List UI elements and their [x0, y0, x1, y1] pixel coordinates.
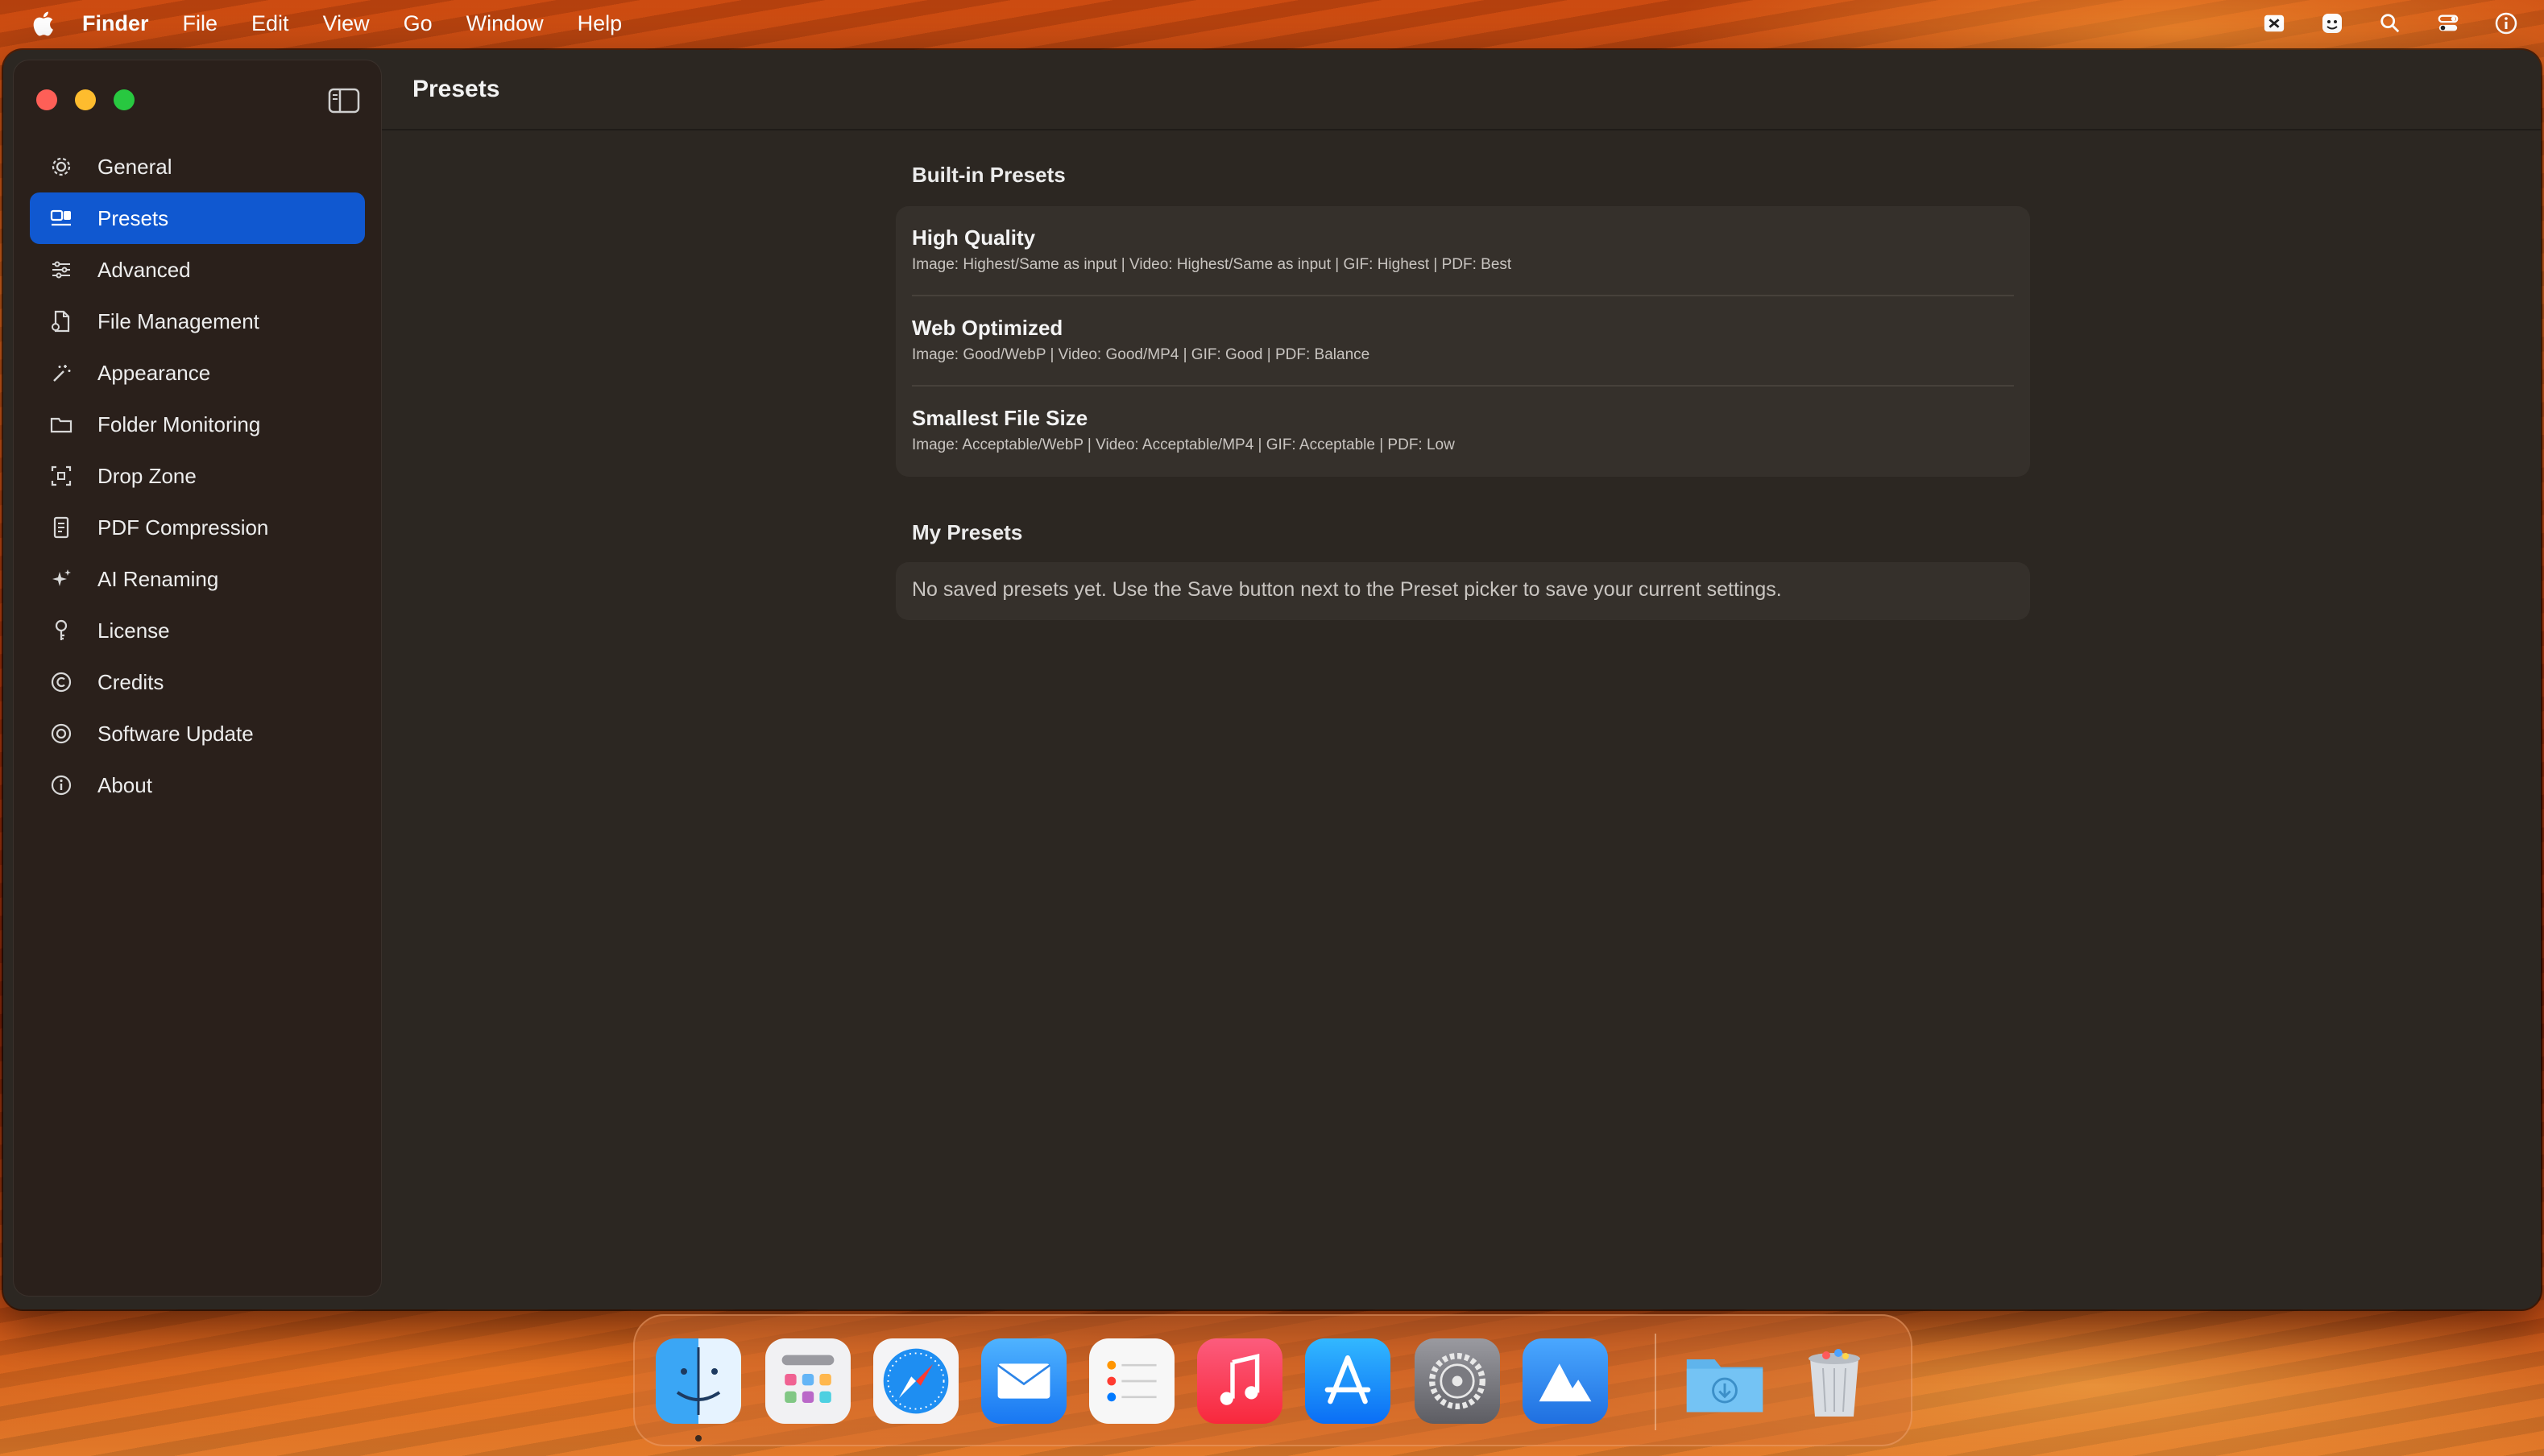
close-box-icon[interactable] — [2260, 10, 2288, 37]
page-title: Presets — [412, 76, 500, 102]
preset-row-smallest-file-size[interactable]: Smallest File Size Image: Acceptable/Web… — [896, 387, 2030, 477]
sidebar-nav: General Presets Advanced File Management — [30, 141, 365, 811]
sidebar-item-file-management[interactable]: File Management — [30, 296, 365, 347]
info-icon[interactable] — [2492, 10, 2520, 37]
preset-description: Image: Good/WebP | Video: Good/MP4 | GIF… — [912, 346, 1370, 363]
safari-icon[interactable] — [873, 1338, 959, 1424]
menu-bar: Finder File Edit View Go Window Help — [0, 0, 2544, 47]
music-icon[interactable] — [1197, 1338, 1282, 1424]
sidebar-item-license[interactable]: License — [30, 605, 365, 656]
sidebar-item-label: Appearance — [97, 360, 211, 385]
system-settings-icon[interactable] — [1415, 1338, 1500, 1424]
key-icon — [48, 617, 75, 644]
sidebar-item-label: General — [97, 154, 172, 179]
menu-go[interactable]: Go — [404, 11, 433, 36]
drop-zone-icon — [48, 462, 75, 490]
affinity-icon[interactable] — [1523, 1338, 1608, 1424]
sidebar-item-label: Credits — [97, 669, 164, 694]
wand-icon — [48, 359, 75, 387]
sidebar-toggle-icon[interactable] — [328, 88, 360, 114]
copyright-icon — [48, 668, 75, 696]
sidebar-item-label: About — [97, 772, 152, 797]
sidebar-item-credits[interactable]: Credits — [30, 656, 365, 708]
menu-file[interactable]: File — [183, 11, 218, 36]
sidebar-item-ai-renaming[interactable]: AI Renaming — [30, 553, 365, 605]
pdf-icon — [48, 514, 75, 541]
reminders-icon[interactable] — [1089, 1338, 1175, 1424]
sidebar-item-drop-zone[interactable]: Drop Zone — [30, 450, 365, 502]
sidebar-item-label: Software Update — [97, 721, 254, 746]
my-presets-card: No saved presets yet. Use the Save butto… — [896, 562, 2030, 620]
gear-icon — [48, 153, 75, 180]
preset-description: Image: Acceptable/WebP | Video: Acceptab… — [912, 436, 1455, 453]
preset-name: High Quality — [912, 225, 1036, 250]
face-icon[interactable] — [2318, 10, 2346, 37]
my-presets-heading: My Presets — [912, 520, 1023, 544]
preset-description: Image: Highest/Same as input | Video: Hi… — [912, 256, 1512, 273]
sidebar-item-general[interactable]: General — [30, 141, 365, 192]
settings-window: General Presets Advanced File Management — [3, 50, 2541, 1309]
traffic-lights — [36, 89, 135, 110]
sidebar-item-pdf-compression[interactable]: PDF Compression — [30, 502, 365, 553]
sidebar-item-advanced[interactable]: Advanced — [30, 244, 365, 296]
preset-name: Web Optimized — [912, 316, 1063, 340]
builtin-presets-card: High Quality Image: Highest/Same as inpu… — [896, 206, 2030, 477]
document-icon — [48, 308, 75, 335]
preset-row-high-quality[interactable]: High Quality Image: Highest/Same as inpu… — [896, 206, 2030, 296]
menu-window[interactable]: Window — [466, 11, 544, 36]
maximize-window-button[interactable] — [114, 89, 135, 110]
sidebar-item-label: PDF Compression — [97, 515, 269, 540]
sliders-icon — [48, 256, 75, 283]
sidebar-item-about[interactable]: About — [30, 759, 365, 811]
dock-separator — [1655, 1334, 1656, 1430]
trash-icon[interactable] — [1792, 1338, 1877, 1424]
preset-row-web-optimized[interactable]: Web Optimized Image: Good/WebP | Video: … — [896, 296, 2030, 387]
finder-icon[interactable] — [656, 1338, 741, 1424]
launchpad-icon[interactable] — [765, 1338, 851, 1424]
builtin-presets-heading: Built-in Presets — [912, 163, 1066, 187]
sidebar-item-appearance[interactable]: Appearance — [30, 347, 365, 399]
sidebar-item-label: Drop Zone — [97, 463, 197, 488]
sidebar-item-label: License — [97, 618, 170, 643]
app-store-icon[interactable] — [1305, 1338, 1390, 1424]
sparkles-icon — [48, 565, 75, 593]
sidebar-item-label: Advanced — [97, 257, 191, 282]
folder-icon — [48, 411, 75, 438]
mail-icon[interactable] — [981, 1338, 1067, 1424]
sidebar-item-folder-monitoring[interactable]: Folder Monitoring — [30, 399, 365, 450]
menu-help[interactable]: Help — [578, 11, 623, 36]
update-icon — [48, 720, 75, 747]
dock — [633, 1314, 1912, 1446]
sidebar: General Presets Advanced File Management — [13, 60, 382, 1297]
info-circle-icon — [48, 771, 75, 799]
close-window-button[interactable] — [36, 89, 57, 110]
sidebar-item-label: File Management — [97, 308, 259, 333]
presets-icon — [48, 205, 75, 232]
sidebar-item-label: Folder Monitoring — [97, 412, 261, 436]
preset-name: Smallest File Size — [912, 406, 1088, 430]
sidebar-item-label: AI Renaming — [97, 566, 219, 591]
sidebar-item-software-update[interactable]: Software Update — [30, 708, 365, 759]
minimize-window-button[interactable] — [75, 89, 96, 110]
control-center-icon[interactable] — [2434, 10, 2462, 37]
apple-logo-icon[interactable] — [31, 10, 55, 37]
menu-edit[interactable]: Edit — [251, 11, 289, 36]
empty-presets-message: No saved presets yet. Use the Save butto… — [912, 578, 1782, 601]
finder-running-dot — [695, 1435, 702, 1442]
downloads-folder-icon[interactable] — [1682, 1338, 1767, 1424]
title-divider — [382, 129, 2541, 130]
menu-view[interactable]: View — [323, 11, 370, 36]
sidebar-item-label: Presets — [97, 205, 169, 230]
sidebar-item-presets[interactable]: Presets — [30, 192, 365, 244]
search-icon[interactable] — [2376, 10, 2404, 37]
menu-finder[interactable]: Finder — [82, 11, 149, 36]
